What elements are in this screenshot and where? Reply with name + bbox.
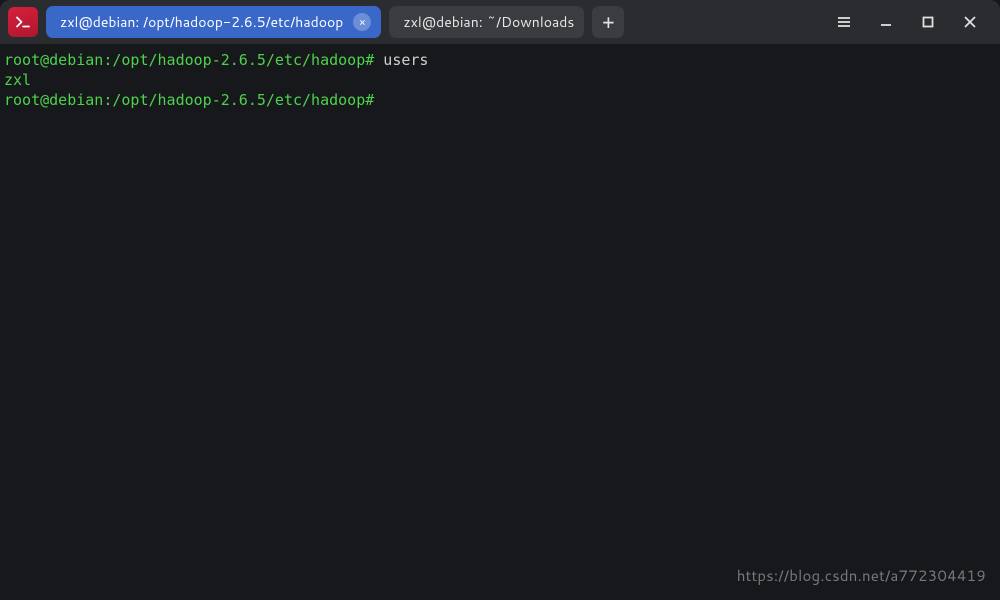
hamburger-menu-icon[interactable] [832,10,856,34]
prompt: root@debian:/opt/hadoop-2.6.5/etc/hadoop… [4,91,374,109]
window-controls [826,10,992,34]
terminal-app-icon [8,7,38,37]
close-button[interactable] [958,10,982,34]
new-tab-button[interactable]: + [592,6,624,38]
cursor-area [374,91,383,109]
minimize-button[interactable] [874,10,898,34]
maximize-button[interactable] [916,10,940,34]
output-line: zxl [4,71,31,89]
tab-bar: zxl@debian: /opt/hadoop-2.6.5/etc/hadoop… [46,6,624,38]
terminal-area[interactable]: root@debian:/opt/hadoop-2.6.5/etc/hadoop… [0,44,1000,116]
command-text: users [374,51,428,69]
tab-label: zxl@debian: /opt/hadoop-2.6.5/etc/hadoop [60,12,343,32]
tab-active[interactable]: zxl@debian: /opt/hadoop-2.6.5/etc/hadoop… [46,6,381,38]
tab-inactive[interactable]: zxl@debian: ~/Downloads [389,6,584,38]
terminal-icon [14,13,32,31]
watermark-text: https://blog.csdn.net/a772304419 [737,565,986,586]
tab-close-button[interactable]: × [353,13,371,31]
tab-label: zxl@debian: ~/Downloads [403,12,574,32]
titlebar: zxl@debian: /opt/hadoop-2.6.5/etc/hadoop… [0,0,1000,44]
prompt: root@debian:/opt/hadoop-2.6.5/etc/hadoop… [4,51,374,69]
